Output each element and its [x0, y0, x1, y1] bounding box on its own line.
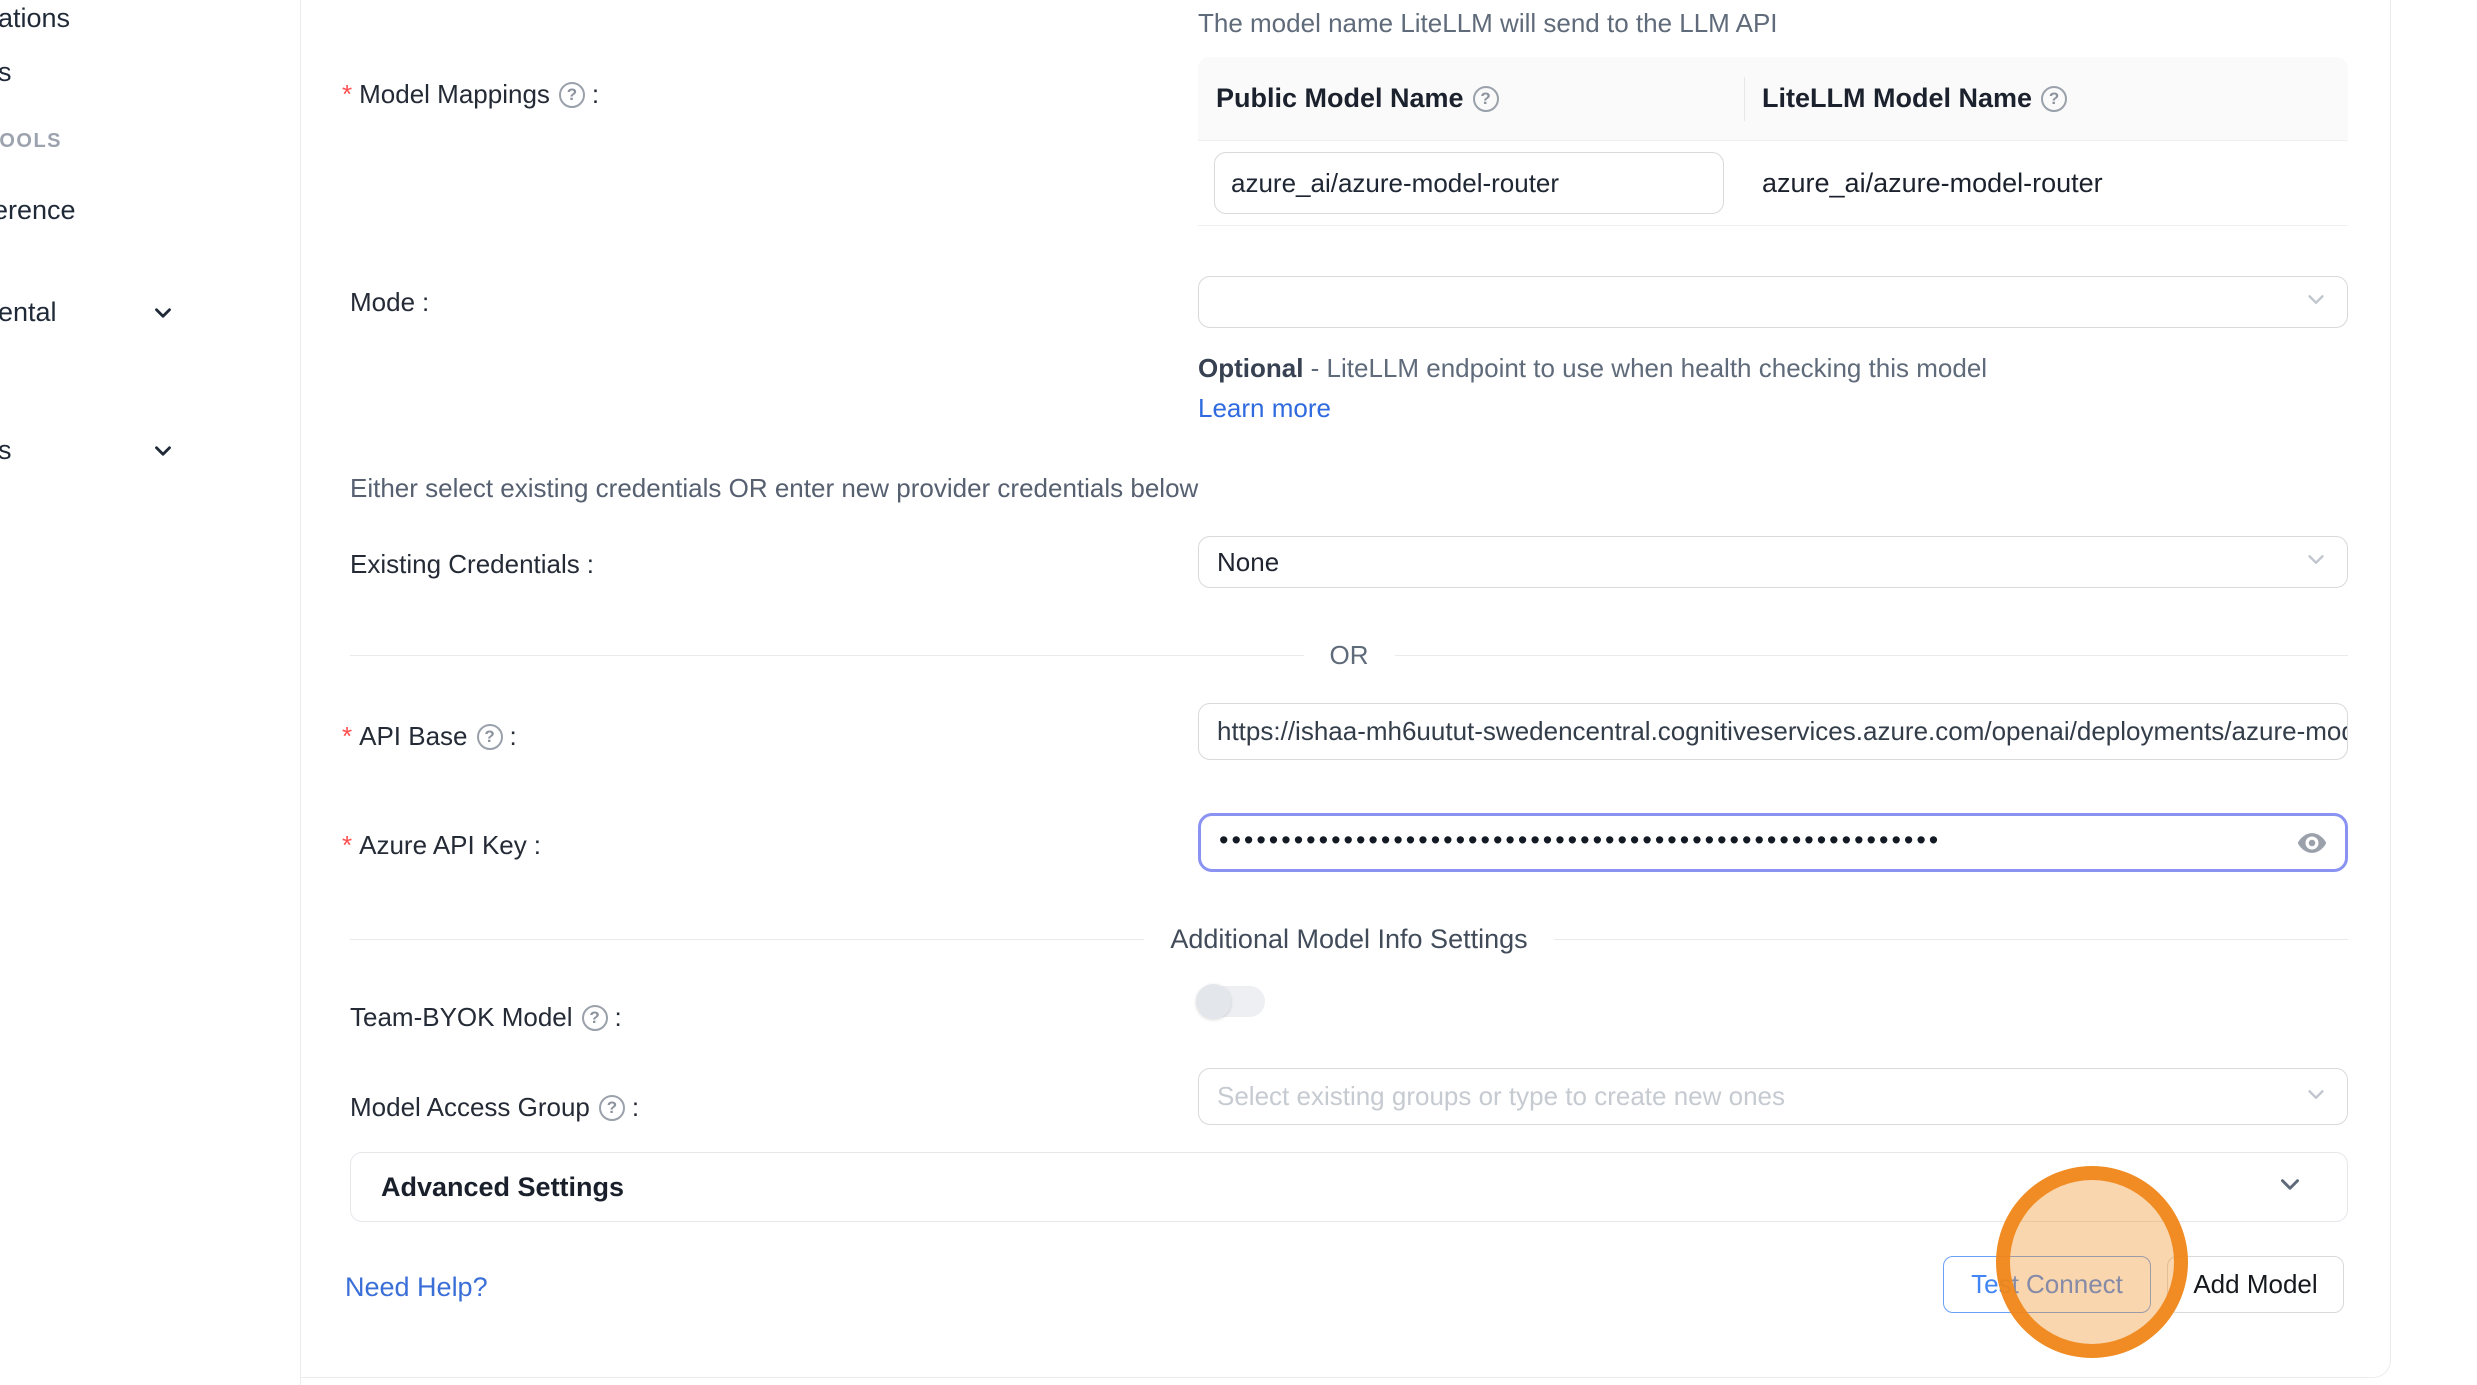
team-byok-label: Team-BYOK Model ? : — [350, 1002, 622, 1033]
sidebar-item-settings[interactable]: s — [0, 435, 12, 466]
required-asterisk: * — [342, 721, 352, 752]
chevron-down-icon[interactable] — [150, 438, 176, 469]
add-model-button[interactable]: Add Model — [2167, 1256, 2344, 1313]
litellm-model-name-value: azure_ai/azure-model-router — [1744, 168, 2348, 199]
azure-api-key-label: * Azure API Key : — [342, 830, 541, 861]
azure-api-key-input[interactable]: ••••••••••••••••••••••••••••••••••••••••… — [1198, 813, 2348, 872]
credentials-note: Either select existing credentials OR en… — [350, 473, 1198, 504]
public-model-name-input[interactable] — [1214, 152, 1724, 214]
sidebar-item-inference[interactable]: erence — [0, 195, 76, 226]
sidebar: ations s TOOLS erence ental s — [0, 0, 301, 1385]
model-mappings-label: * Model Mappings ? : — [342, 79, 599, 110]
existing-credentials-select[interactable]: None — [1198, 536, 2348, 588]
help-icon[interactable]: ? — [599, 1095, 625, 1121]
existing-credentials-value: None — [1199, 547, 1279, 578]
help-icon[interactable]: ? — [559, 82, 585, 108]
sidebar-item-keys[interactable]: s — [0, 57, 12, 88]
learn-more-link[interactable]: Learn more — [1198, 393, 1331, 423]
sidebar-item-organizations[interactable]: ations — [0, 3, 70, 34]
additional-settings-divider: Additional Model Info Settings — [350, 924, 2348, 955]
advanced-settings-panel[interactable]: Advanced Settings — [350, 1152, 2348, 1222]
help-icon[interactable]: ? — [582, 1005, 608, 1031]
test-connect-button[interactable]: Test Connect — [1943, 1256, 2151, 1313]
chevron-down-icon — [2303, 287, 2329, 318]
chevron-down-icon — [2303, 1081, 2329, 1112]
column-header-public-model-name: Public Model Name ? — [1198, 57, 1744, 140]
eye-icon[interactable] — [2295, 826, 2329, 860]
required-asterisk: * — [342, 830, 352, 861]
mode-select[interactable] — [1198, 276, 2348, 328]
mode-label: Mode : — [350, 287, 429, 318]
chevron-down-icon[interactable] — [150, 300, 176, 331]
help-icon[interactable]: ? — [477, 724, 503, 750]
model-mappings-table: Public Model Name ? LiteLLM Model Name ?… — [1198, 57, 2348, 226]
table-header-row: Public Model Name ? LiteLLM Model Name ? — [1198, 57, 2348, 141]
column-header-litellm-model-name: LiteLLM Model Name ? — [1744, 57, 2348, 140]
advanced-settings-title: Advanced Settings — [351, 1172, 624, 1203]
need-help-link[interactable]: Need Help? — [345, 1272, 488, 1303]
api-base-label: * API Base ? : — [342, 721, 517, 752]
model-name-help-text: The model name LiteLLM will send to the … — [1198, 8, 1778, 39]
model-access-group-label: Model Access Group ? : — [350, 1092, 639, 1123]
sidebar-item-experimental[interactable]: ental — [0, 297, 57, 328]
chevron-down-icon — [2275, 1170, 2305, 1205]
mode-help-text: Optional - LiteLLM endpoint to use when … — [1198, 348, 2020, 428]
team-byok-toggle[interactable] — [1198, 986, 1265, 1017]
existing-credentials-label: Existing Credentials : — [350, 549, 594, 580]
table-row: azure_ai/azure-model-router — [1198, 141, 2348, 226]
model-access-group-placeholder: Select existing groups or type to create… — [1199, 1081, 1785, 1112]
model-access-group-select[interactable]: Select existing groups or type to create… — [1198, 1068, 2348, 1125]
chevron-down-icon — [2303, 547, 2329, 578]
required-asterisk: * — [342, 79, 352, 110]
or-divider: OR — [350, 640, 2348, 671]
help-icon[interactable]: ? — [2041, 86, 2067, 112]
toggle-knob — [1196, 984, 1231, 1019]
api-base-value: https://ishaa-mh6uutut-swedencentral.cog… — [1199, 716, 2348, 747]
masked-api-key: ••••••••••••••••••••••••••••••••••••••••… — [1219, 825, 2295, 856]
sidebar-section-tools: TOOLS — [0, 130, 62, 153]
help-icon[interactable]: ? — [1473, 86, 1499, 112]
api-base-input[interactable]: https://ishaa-mh6uutut-swedencentral.cog… — [1198, 703, 2348, 760]
